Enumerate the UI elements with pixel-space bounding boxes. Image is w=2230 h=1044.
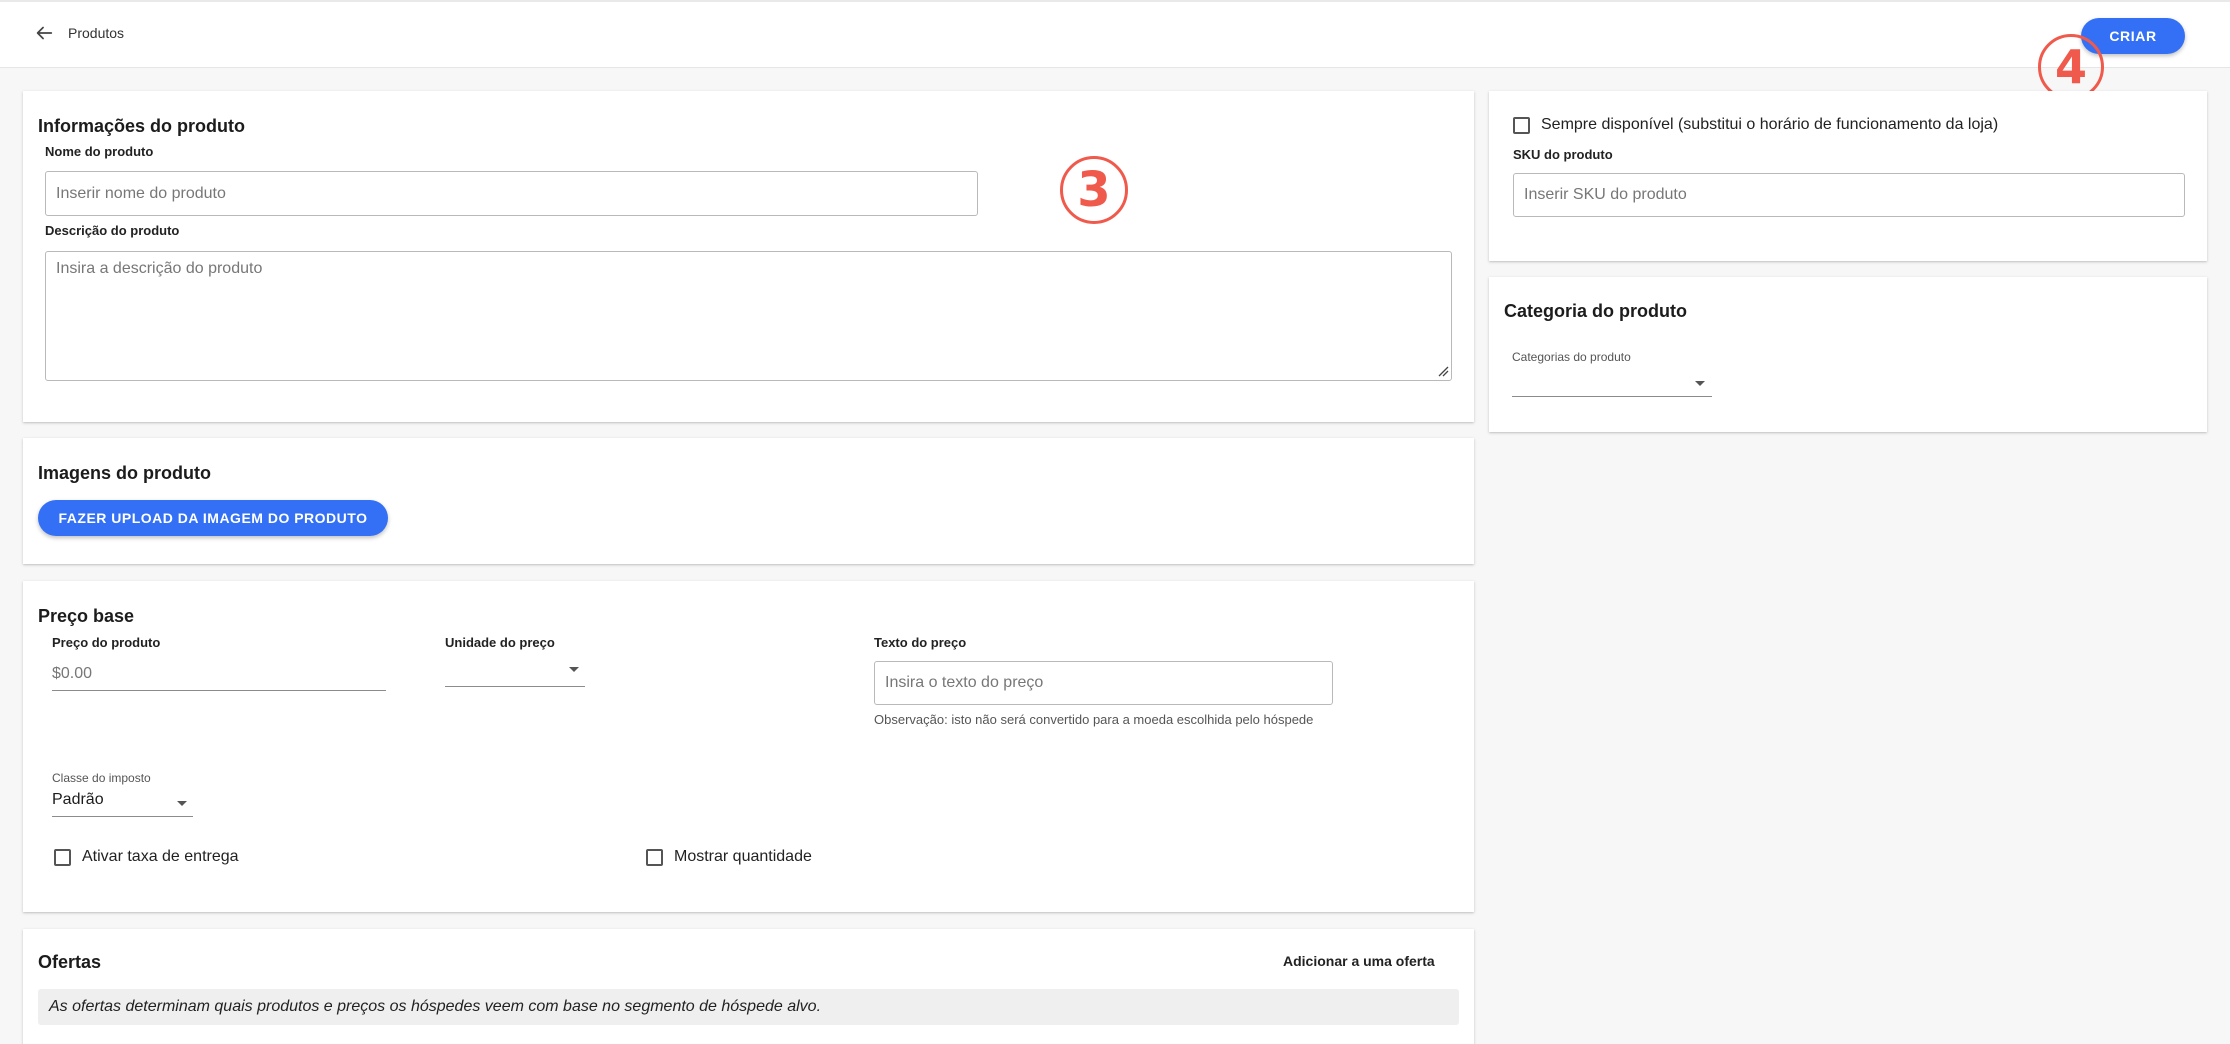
category-select-label: Categorias do produto [1512, 350, 1631, 364]
chevron-down-icon [1695, 381, 1705, 386]
product-price-label: Preço do produto [52, 635, 161, 650]
price-text-label: Texto do preço [874, 635, 967, 650]
base-price-title: Preço base [38, 606, 135, 626]
chevron-down-icon [177, 801, 187, 806]
offers-card: Ofertas Adicionar a uma oferta As oferta… [23, 929, 1474, 1044]
price-text-input[interactable] [874, 661, 1333, 705]
category-select[interactable] [1512, 369, 1712, 397]
show-quantity-label: Mostrar quantidade [674, 848, 812, 865]
upload-image-button[interactable]: FAZER UPLOAD DA IMAGEM DO PRODUTO [38, 500, 388, 536]
always-available-label: Sempre disponível (substitui o horário d… [1541, 116, 1999, 133]
product-images-card: Imagens do produto FAZER UPLOAD DA IMAGE… [23, 438, 1474, 564]
product-name-input[interactable] [45, 171, 978, 216]
price-unit-select[interactable] [445, 655, 585, 687]
product-description-input[interactable] [45, 251, 1452, 381]
resize-handle-icon[interactable] [1437, 365, 1449, 377]
always-available-checkbox[interactable] [1513, 117, 1530, 134]
price-unit-label: Unidade do preço [445, 635, 555, 650]
product-price-input[interactable] [52, 657, 386, 691]
top-bar: Produtos CRIAR [0, 0, 2230, 68]
product-info-title: Informações do produto [38, 116, 245, 136]
product-images-title: Imagens do produto [38, 463, 211, 483]
product-name-label: Nome do produto [45, 144, 154, 159]
price-text-note: Observação: isto não será convertido par… [874, 712, 1314, 727]
tax-class-select[interactable]: Padrão [52, 789, 193, 817]
delivery-fee-checkbox[interactable] [54, 849, 71, 866]
category-card: Categoria do produto Categorias do produ… [1489, 277, 2207, 432]
breadcrumb[interactable]: Produtos [68, 25, 124, 41]
sku-label: SKU do produto [1513, 147, 1613, 162]
chevron-down-icon [569, 667, 579, 672]
delivery-fee-label: Ativar taxa de entrega [82, 848, 239, 865]
arrow-left-icon[interactable] [33, 22, 55, 44]
tax-class-label: Classe do imposto [52, 771, 151, 785]
add-to-offer-button[interactable]: Adicionar a uma oferta [1283, 953, 1435, 969]
offers-info: As ofertas determinam quais produtos e p… [38, 989, 1459, 1025]
availability-card: Sempre disponível (substitui o horário d… [1489, 91, 2207, 261]
tax-class-value: Padrão [52, 791, 104, 808]
annotation-badge-3: 3 [1060, 156, 1128, 224]
sku-input[interactable] [1513, 173, 2185, 217]
product-description-label: Descrição do produto [45, 223, 180, 238]
base-price-card: Preço base Preço do produto Unidade do p… [23, 581, 1474, 912]
category-title: Categoria do produto [1504, 301, 1687, 321]
offers-title: Ofertas [38, 952, 102, 972]
show-quantity-checkbox[interactable] [646, 849, 663, 866]
product-info-card: Informações do produto Nome do produto D… [23, 91, 1474, 422]
